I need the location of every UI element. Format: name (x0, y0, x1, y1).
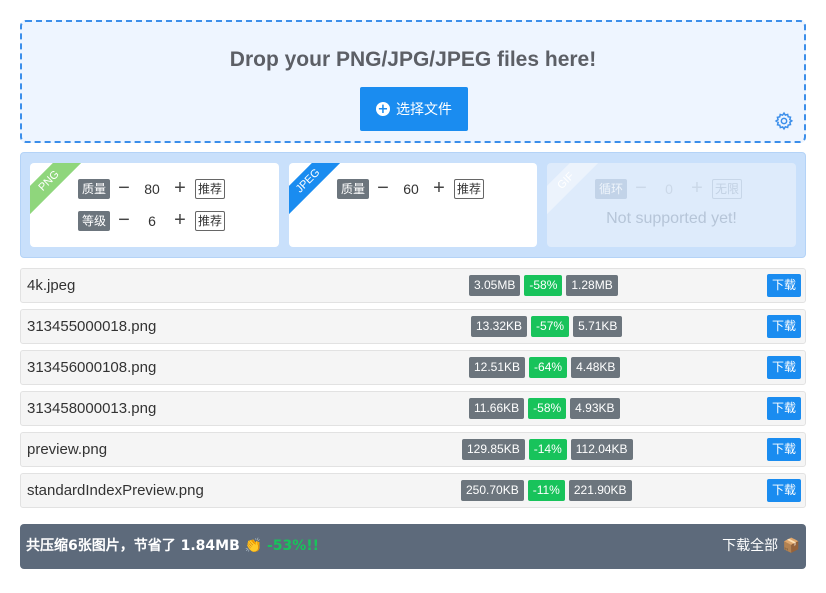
reduction-badge: -11% (527, 480, 565, 501)
png-quality-increment-button[interactable]: + (168, 178, 192, 200)
gif-loop-label: 循环 (595, 179, 628, 199)
compressed-size-badge: 221.90KB (568, 480, 632, 501)
reduction-badge: -58% (528, 398, 567, 419)
file-name: 313458000013.png (27, 400, 157, 417)
jpeg-quality-stepper: − 60 + (371, 178, 451, 200)
compression-settings: PNG 质量 − 80 + 推荐 等级 − 6 + 推荐 JPEG 质量 − 6… (20, 152, 806, 258)
png-level-recommend-button[interactable]: 推荐 (195, 211, 226, 231)
plus-circle-icon: + (376, 101, 390, 117)
summary-saved-percent: -53%!! (266, 538, 320, 554)
original-size-badge: 129.85KB (462, 439, 525, 460)
compressed-size-badge: 1.28MB (566, 275, 618, 296)
compressed-size-badge: 4.93KB (570, 398, 620, 419)
png-level-increment-button[interactable]: + (168, 210, 192, 232)
download-button[interactable]: 下载 (767, 479, 801, 502)
compressed-size-badge: 4.48KB (571, 357, 621, 378)
package-icon: 📦 (782, 538, 800, 554)
jpeg-quality-label: 质量 (337, 179, 370, 199)
png-level-stepper: − 6 + (112, 210, 192, 232)
file-row: 313458000013.png 11.66KB -58% 4.93KB 下载 (20, 391, 806, 426)
reduction-badge: -14% (528, 439, 567, 460)
jpeg-quality-row: 质量 − 60 + 推荐 (337, 178, 485, 200)
gif-loop-value: 0 (665, 181, 673, 197)
png-quality-stepper: − 80 + (112, 178, 192, 200)
download-button[interactable]: 下载 (767, 438, 801, 461)
png-level-value[interactable]: 6 (136, 213, 168, 229)
file-stats: 11.66KB -58% 4.93KB (469, 398, 620, 419)
file-row: 4k.jpeg 3.05MB -58% 1.28MB 下载 (20, 268, 806, 303)
download-button[interactable]: 下载 (767, 397, 801, 420)
file-name: standardIndexPreview.png (27, 482, 204, 499)
original-size-badge: 3.05MB (469, 275, 521, 296)
gif-unsupported-text: Not supported yet! (606, 210, 737, 227)
original-size-badge: 250.70KB (461, 480, 524, 501)
gif-loop-row: 循环 − 0 + 无限 (595, 178, 743, 200)
gif-loop-increment-button: + (691, 177, 703, 199)
file-name: preview.png (27, 441, 108, 458)
clap-icon: 👏 (244, 538, 263, 554)
choose-file-button[interactable]: + 选择文件 (360, 87, 468, 131)
gif-loop-stepper: − 0 + (629, 178, 709, 200)
summary-bar: 共压缩6张图片，节省了 1.84MB 👏 -53%!! 下载全部 📦 (20, 524, 806, 569)
original-size-badge: 12.51KB (469, 357, 526, 378)
compressed-size-badge: 112.04KB (570, 439, 633, 460)
file-row: 313455000018.png 13.32KB -57% 5.71KB 下载 (20, 309, 806, 344)
summary-text: 共压缩6张图片，节省了 1.84MB 👏 -53%!! (26, 524, 319, 569)
png-quality-label: 质量 (78, 179, 111, 199)
summary-prefix: 共压缩6张图片，节省了 (26, 538, 176, 554)
png-level-row: 等级 − 6 + 推荐 (78, 210, 226, 232)
drop-zone[interactable]: Drop your PNG/JPG/JPEG files here! + 选择文… (20, 20, 806, 143)
reduction-badge: -64% (529, 357, 568, 378)
gif-settings-card: GIF 循环 − 0 + 无限 Not supported yet! (547, 163, 796, 247)
download-all-button[interactable]: 下载全部 📦 (722, 524, 800, 569)
png-quality-recommend-button[interactable]: 推荐 (195, 179, 226, 199)
choose-file-label: 选择文件 (396, 102, 452, 118)
reduction-badge: -58% (524, 275, 563, 296)
file-stats: 12.51KB -64% 4.48KB (469, 357, 621, 378)
png-quality-decrement-button[interactable]: − (112, 178, 136, 200)
file-stats: 250.70KB -11% 221.90KB (461, 480, 632, 501)
gif-loop-decrement-button: − (635, 177, 647, 199)
compressed-size-badge: 5.71KB (573, 316, 623, 337)
gif-infinite-button: 无限 (712, 179, 743, 199)
file-row: standardIndexPreview.png 250.70KB -11% 2… (20, 473, 806, 508)
original-size-badge: 13.32KB (471, 316, 528, 337)
jpeg-quality-recommend-button[interactable]: 推荐 (454, 179, 485, 199)
original-size-badge: 11.66KB (469, 398, 525, 419)
png-quality-row: 质量 − 80 + 推荐 (78, 178, 226, 200)
png-quality-value[interactable]: 80 (136, 181, 168, 197)
file-stats: 129.85KB -14% 112.04KB (462, 439, 633, 460)
jpeg-quality-increment-button[interactable]: + (427, 178, 451, 200)
download-all-label: 下载全部 (722, 538, 779, 554)
file-row: 313456000108.png 12.51KB -64% 4.48KB 下载 (20, 350, 806, 385)
download-button[interactable]: 下载 (767, 356, 801, 379)
jpeg-quality-value[interactable]: 60 (395, 181, 427, 197)
png-level-decrement-button[interactable]: − (112, 210, 136, 232)
file-name: 313456000108.png (27, 359, 157, 376)
gear-icon[interactable] (774, 111, 794, 131)
file-name: 4k.jpeg (27, 277, 76, 294)
file-stats: 13.32KB -57% 5.71KB (471, 316, 623, 337)
drop-title: Drop your PNG/JPG/JPEG files here! (229, 48, 597, 71)
file-stats: 3.05MB -58% 1.28MB (469, 275, 618, 296)
file-name: 313455000018.png (27, 318, 157, 335)
summary-saved-size: 1.84MB (180, 538, 240, 554)
reduction-badge: -57% (531, 316, 570, 337)
jpeg-quality-decrement-button[interactable]: − (371, 178, 395, 200)
jpeg-settings-card: JPEG 质量 − 60 + 推荐 (289, 163, 537, 247)
png-settings-card: PNG 质量 − 80 + 推荐 等级 − 6 + 推荐 (30, 163, 279, 247)
download-button[interactable]: 下载 (767, 315, 801, 338)
download-button[interactable]: 下载 (767, 274, 801, 297)
png-level-label: 等级 (78, 211, 111, 231)
file-row: preview.png 129.85KB -14% 112.04KB 下载 (20, 432, 806, 467)
